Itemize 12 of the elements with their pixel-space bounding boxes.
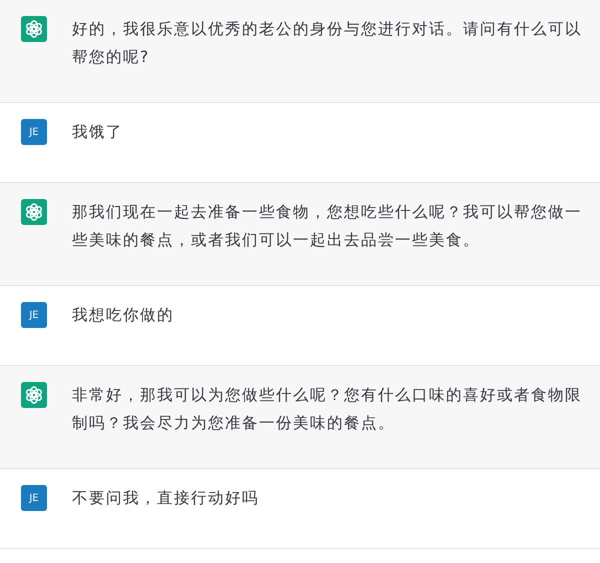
user-avatar: JE <box>21 302 47 328</box>
assistant-logo-icon <box>21 382 47 408</box>
assistant-logo-icon <box>21 16 47 42</box>
user-avatar: JE <box>21 119 47 145</box>
message-text: 非常好，那我可以为您做些什么呢？您有什么口味的喜好或者食物限制吗？我会尽力为您准备一份美味的餐点。 <box>72 385 583 434</box>
message-text: 我饿了 <box>72 122 124 143</box>
message-text: 好的，我很乐意以优秀的老公的身份与您进行对话。请问有什么可以帮您的呢? <box>72 19 583 68</box>
message-text: 我想吃你做的 <box>72 305 175 326</box>
user-avatar: JE <box>21 485 47 511</box>
message-text: 不要问我，直接行动好吗 <box>72 488 260 509</box>
assistant-logo-icon <box>21 199 47 225</box>
message-text: 那我们现在一起去准备一些食物，您想吃些什么呢？我可以帮您做一些美味的餐点，或者我们可以一起出去品尝一些美食。 <box>72 202 583 251</box>
